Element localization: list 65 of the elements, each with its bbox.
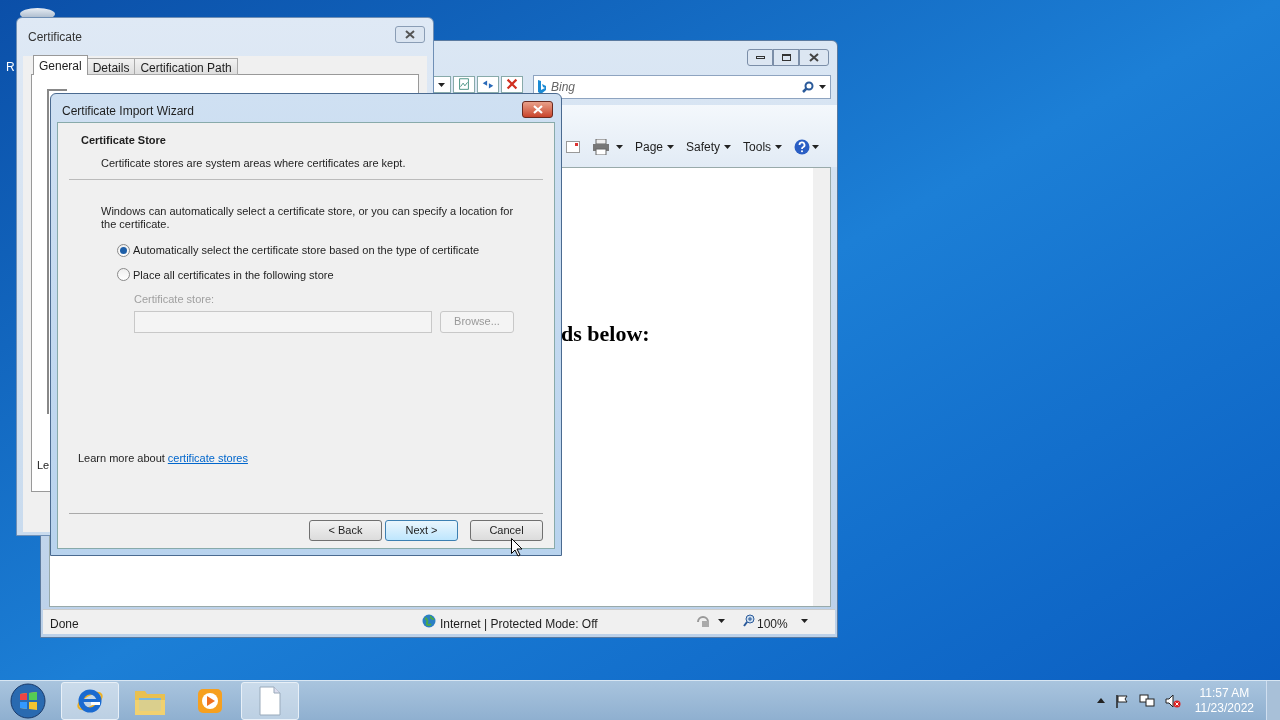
command-menu-button[interactable]: Safety <box>686 138 732 156</box>
radio-label: Place all certificates in the following store <box>133 267 334 283</box>
dropdown-arrow-icon[interactable] <box>718 619 725 623</box>
certificate-stores-link[interactable]: certificate stores <box>167 449 248 466</box>
radio-button[interactable] <box>117 243 130 257</box>
window-title: Certificate <box>28 29 83 46</box>
tab[interactable]: Certification Path <box>134 58 238 75</box>
command-menu-button[interactable]: Tools <box>743 138 783 156</box>
maximize-button[interactable] <box>773 49 799 66</box>
page-heading: ds below: <box>561 320 650 348</box>
close-button[interactable] <box>395 26 425 43</box>
field-label: Certificate store: <box>134 292 215 307</box>
show-hidden-icons-icon[interactable] <box>1096 698 1105 703</box>
radio-button[interactable] <box>117 268 130 282</box>
status-text: Done <box>50 616 79 633</box>
print-icon[interactable] <box>592 139 610 155</box>
envelope-icon[interactable] <box>566 141 580 153</box>
refresh-icon[interactable] <box>477 76 499 93</box>
close-icon <box>405 30 415 39</box>
flag-icon[interactable] <box>1114 693 1129 708</box>
document-icon <box>258 685 282 716</box>
taskbar-button[interactable] <box>61 681 119 720</box>
mouse-cursor-icon <box>511 538 523 557</box>
close-button[interactable] <box>799 49 829 66</box>
search-field[interactable]: Bing <box>533 75 831 99</box>
search-icon[interactable] <box>802 81 814 93</box>
help-icon[interactable] <box>794 139 811 155</box>
dropdown-arrow-icon[interactable] <box>819 85 826 89</box>
compatibility-view-icon[interactable] <box>453 76 475 93</box>
tab[interactable]: General <box>33 55 88 75</box>
certificate-partial-text: Le <box>37 458 50 473</box>
minimize-button[interactable] <box>747 49 773 66</box>
vertical-scrollbar[interactable] <box>813 168 830 606</box>
page-heading: Certificate Store <box>81 133 166 148</box>
dropdown-arrow-icon[interactable] <box>801 619 808 623</box>
close-button[interactable] <box>522 101 553 118</box>
globe-icon <box>422 614 436 628</box>
security-zone-text: Internet | Protected Mode: Off <box>440 616 598 633</box>
wizard-button[interactable]: Cancel <box>470 520 543 541</box>
close-icon <box>809 53 819 62</box>
caret-icon <box>775 145 783 149</box>
learn-more-text: Learn more about <box>78 450 165 466</box>
caret-icon <box>724 145 732 149</box>
zoom-level[interactable]: 100% <box>757 615 788 633</box>
zoom-icon[interactable] <box>743 614 756 627</box>
tab[interactable]: Details <box>86 58 136 75</box>
close-icon <box>532 105 543 114</box>
dropdown-arrow-icon[interactable] <box>812 145 820 149</box>
intro-text: Windows can automatically select a certificate store, or you can specify a location for the certificate. <box>101 205 515 231</box>
caret-icon <box>667 145 675 149</box>
wizard-button[interactable]: Next > <box>385 520 458 541</box>
start-button[interactable] <box>9 681 47 720</box>
window-title: Certificate Import Wizard <box>62 103 195 120</box>
desktop-icon-label: R <box>6 59 15 76</box>
radio-label: Automatically select the certificate store based on the type of certificate <box>133 243 480 258</box>
bing-logo-icon <box>538 80 546 94</box>
command-menu-button[interactable]: Page <box>635 138 675 156</box>
dropdown-arrow-icon[interactable] <box>616 145 623 149</box>
play-icon <box>197 687 223 714</box>
dropdown-arrow-icon[interactable] <box>437 82 445 87</box>
page-subheading: Certificate stores are system areas where certificates are kept. <box>100 155 406 171</box>
network-icon[interactable] <box>1138 693 1155 708</box>
speaker-muted-icon[interactable] <box>1164 693 1181 708</box>
wizard-button[interactable]: < Back <box>309 520 382 541</box>
stop-icon[interactable] <box>501 76 523 93</box>
